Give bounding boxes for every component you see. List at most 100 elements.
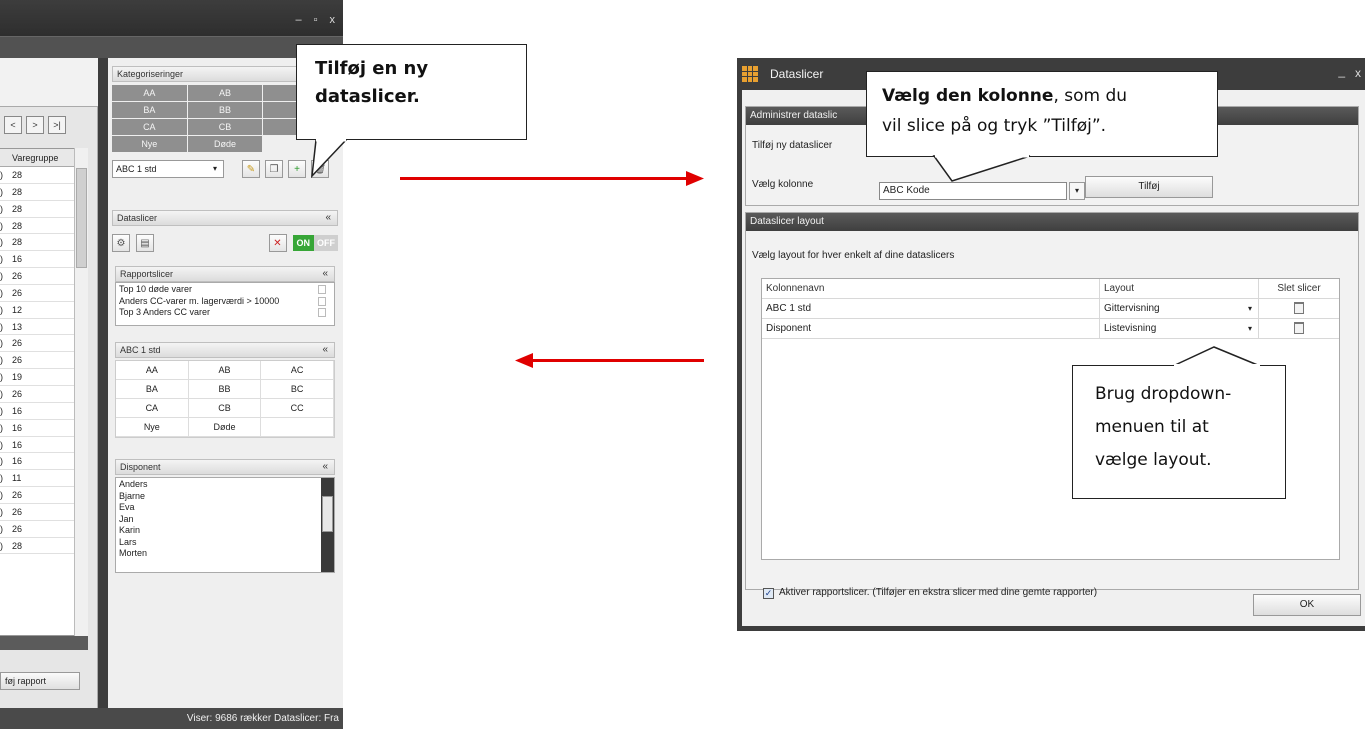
category-cell[interactable]: BB bbox=[187, 102, 263, 118]
add-button[interactable]: Tilføj bbox=[1085, 176, 1213, 198]
slicer-select[interactable]: ABC 1 std ▾ bbox=[112, 160, 224, 178]
layout-section-title: Dataslicer layout bbox=[746, 213, 1358, 231]
abc-cell[interactable]: BB bbox=[188, 380, 262, 399]
table-row[interactable]: ABC 1 std Gittervisning ▾ bbox=[762, 299, 1339, 319]
grid-horizontal-scrollbar[interactable] bbox=[0, 636, 88, 650]
collapse-icon[interactable]: « bbox=[322, 460, 328, 474]
collapse-icon[interactable]: « bbox=[322, 267, 328, 281]
callout-line: Vælg den kolonne, som du bbox=[882, 81, 1217, 111]
list-item[interactable]: Eva bbox=[119, 502, 331, 514]
list-item[interactable]: Anders CC-varer m. lagerværdi > 10000 bbox=[119, 296, 331, 308]
abc-cell[interactable]: BA bbox=[116, 380, 189, 399]
grid-nav: < > >| bbox=[4, 116, 66, 136]
document-icon bbox=[318, 285, 326, 294]
close-icon[interactable]: x bbox=[1355, 66, 1361, 80]
layout-value: Gittervisning bbox=[1104, 303, 1160, 314]
chevron-down-icon[interactable]: ▾ bbox=[1069, 182, 1085, 200]
copy-icon[interactable]: ❐ bbox=[265, 160, 283, 178]
row-prefix: ) bbox=[0, 186, 3, 197]
app-logo-icon bbox=[742, 66, 758, 82]
grid-scrollbar[interactable] bbox=[74, 148, 88, 638]
abc-cell[interactable]: AC bbox=[261, 361, 334, 380]
splitter[interactable] bbox=[98, 58, 108, 708]
add-dataslicer-icon[interactable]: + bbox=[288, 160, 306, 178]
disponent-list: Anders Bjarne Eva Jan Karin Lars Morten bbox=[115, 477, 335, 573]
aktiver-rapportslicer-checkbox[interactable]: ✓ bbox=[763, 588, 774, 599]
scroll-thumb[interactable] bbox=[322, 496, 333, 532]
list-item[interactable]: Jan bbox=[119, 514, 331, 526]
callout-bold: Vælg den kolonne bbox=[882, 86, 1054, 106]
list-item[interactable]: Karin bbox=[119, 525, 331, 537]
collapse-icon[interactable]: « bbox=[322, 343, 328, 357]
list-item[interactable]: Lars bbox=[119, 537, 331, 549]
ok-button[interactable]: OK bbox=[1253, 594, 1361, 616]
abc-cell[interactable]: BC bbox=[261, 380, 334, 399]
status-bar: Viser: 9686 rækker Dataslicer: Fra bbox=[0, 708, 343, 729]
row-prefix: ) bbox=[0, 405, 3, 416]
maximize-icon[interactable]: ▫ bbox=[314, 14, 318, 26]
abc-cell[interactable]: Nye bbox=[116, 418, 189, 437]
next-page-icon[interactable]: > bbox=[26, 116, 44, 134]
trash-icon[interactable] bbox=[1294, 322, 1304, 334]
disponent-title: Disponent bbox=[120, 462, 161, 472]
abc-cell[interactable]: CA bbox=[116, 399, 189, 418]
category-cell[interactable]: AB bbox=[187, 85, 263, 101]
layout-select[interactable]: Listevisning ▾ bbox=[1100, 319, 1259, 338]
clear-filter-icon[interactable]: ✕ bbox=[268, 234, 287, 252]
list-item[interactable]: Top 3 Anders CC varer bbox=[119, 307, 331, 319]
chevron-down-icon: ▾ bbox=[1247, 324, 1252, 333]
close-icon[interactable]: x bbox=[330, 14, 336, 26]
category-cell[interactable]: Døde bbox=[187, 136, 263, 152]
document-icon bbox=[318, 296, 326, 306]
list-item[interactable]: Morten bbox=[119, 548, 331, 560]
abc-cell[interactable]: CC bbox=[261, 399, 334, 418]
abc-cell[interactable]: Døde bbox=[188, 418, 262, 437]
disponent-header: Disponent « bbox=[115, 459, 335, 475]
checkbox-label: Aktiver rapportslicer. (Tilføjer en ekst… bbox=[779, 587, 1098, 598]
callout-choose-layout: Brug dropdown- menuen til at vælge layou… bbox=[1072, 365, 1286, 499]
row-prefix: ) bbox=[0, 540, 3, 551]
add-report-button[interactable]: føj rapport bbox=[0, 672, 80, 690]
list-item[interactable]: Top 10 døde varer bbox=[119, 284, 331, 296]
list-scrollbar[interactable] bbox=[321, 478, 334, 572]
abc-grid: AA AB AC BA BB BC CA CB CC Nye Døde bbox=[115, 360, 335, 438]
document-icon bbox=[318, 308, 326, 317]
abc-cell[interactable] bbox=[261, 418, 334, 437]
minimize-icon[interactable]: – bbox=[295, 14, 301, 26]
row-prefix: ) bbox=[0, 372, 3, 383]
row-prefix: ) bbox=[0, 170, 3, 180]
trash-icon[interactable] bbox=[1294, 302, 1304, 314]
report-name: Top 10 døde varer bbox=[119, 284, 193, 294]
category-cell[interactable]: BA bbox=[112, 102, 187, 118]
prev-page-icon[interactable]: < bbox=[4, 116, 22, 134]
dataslicer-toggle[interactable]: ON OFF bbox=[292, 235, 338, 251]
table-row[interactable]: Disponent Listevisning ▾ bbox=[762, 319, 1339, 339]
callout-pointer bbox=[932, 155, 1031, 182]
title-bar: – ▫ x bbox=[0, 0, 343, 36]
report-name: Top 3 Anders CC varer bbox=[119, 307, 211, 317]
category-cell[interactable]: CA bbox=[112, 119, 187, 135]
minimize-icon[interactable]: _ bbox=[1338, 64, 1345, 78]
column-header-layout[interactable]: Layout bbox=[1100, 279, 1259, 298]
column-header-kolonnenavn[interactable]: Kolonnenavn bbox=[762, 279, 1100, 298]
category-cell[interactable]: Nye bbox=[112, 136, 187, 152]
row-prefix: ) bbox=[0, 355, 3, 366]
list-item[interactable]: Bjarne bbox=[119, 491, 331, 503]
category-cell[interactable]: CB bbox=[187, 119, 263, 135]
callout-line: Tilføj en ny bbox=[315, 58, 429, 79]
layout-select[interactable]: Gittervisning ▾ bbox=[1100, 299, 1259, 318]
abc-cell[interactable]: CB bbox=[188, 399, 262, 418]
list-item[interactable]: Anders bbox=[119, 479, 331, 491]
collapse-icon[interactable]: « bbox=[325, 211, 331, 225]
abc-cell[interactable]: AA bbox=[116, 361, 189, 380]
settings-icon[interactable]: ⚙ bbox=[112, 234, 130, 252]
column-header-slet[interactable]: Slet slicer bbox=[1259, 279, 1339, 298]
dialog-body: Administrer dataslic Tilføj ny dataslice… bbox=[742, 90, 1365, 626]
row-prefix: ) bbox=[0, 220, 3, 231]
last-page-icon[interactable]: >| bbox=[48, 116, 66, 134]
abc-cell[interactable]: AB bbox=[188, 361, 262, 380]
edit-icon[interactable]: ✎ bbox=[242, 160, 260, 178]
document-icon[interactable]: ▤ bbox=[136, 234, 154, 252]
category-cell[interactable]: AA bbox=[112, 85, 187, 101]
scroll-thumb[interactable] bbox=[76, 168, 87, 268]
